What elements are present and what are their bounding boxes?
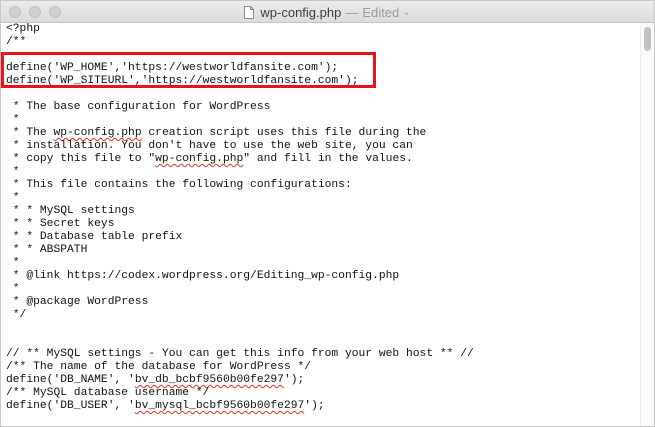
- text-editor-area[interactable]: <?php /** define('WP_HOME','https://west…: [1, 23, 640, 426]
- code-line-wp-siteurl[interactable]: define('WP_SITEURL','https://westworldfa…: [6, 75, 640, 88]
- code-line[interactable]: define('DB_USER', 'bv_mysql_bcbf9560b00f…: [6, 400, 640, 413]
- code-line[interactable]: define('DB_NAME', 'bv_db_bcbf9560b00fe29…: [6, 374, 640, 387]
- spellcheck-flagged-word[interactable]: bv_db_bcbf9560b00fe297: [135, 374, 284, 386]
- code-line[interactable]: // ** MySQL settings - You can get this …: [6, 348, 640, 361]
- spellcheck-flagged-word[interactable]: wp-config.php: [53, 127, 141, 139]
- code-line[interactable]: * installation. You don't have to use th…: [6, 140, 640, 153]
- chevron-down-icon[interactable]: ⌄: [402, 7, 410, 18]
- code-line[interactable]: [6, 322, 640, 335]
- vertical-scrollbar[interactable]: [640, 23, 654, 426]
- code-line[interactable]: *: [6, 257, 640, 270]
- code-line[interactable]: *: [6, 114, 640, 127]
- zoom-window-button[interactable]: [49, 6, 61, 18]
- code-line[interactable]: *: [6, 166, 640, 179]
- code-line-wp-home[interactable]: define('WP_HOME','https://westworldfansi…: [6, 62, 640, 75]
- document-icon: [244, 5, 255, 19]
- code-line[interactable]: *: [6, 283, 640, 296]
- code-line[interactable]: * * Secret keys: [6, 218, 640, 231]
- minimize-window-button[interactable]: [29, 6, 41, 18]
- close-window-button[interactable]: [9, 6, 21, 18]
- code-line[interactable]: * The wp-config.php creation script uses…: [6, 127, 640, 140]
- title-separator: —: [345, 4, 359, 20]
- code-line[interactable]: /** The name of the database for WordPre…: [6, 361, 640, 374]
- title-bar[interactable]: wp-config.php — Edited ⌄: [1, 1, 654, 23]
- editor-window: wp-config.php — Edited ⌄ <?php /** defin…: [0, 0, 655, 427]
- code-line[interactable]: <?php: [6, 23, 640, 36]
- code-line[interactable]: * This file contains the following confi…: [6, 179, 640, 192]
- code-line[interactable]: */: [6, 309, 640, 322]
- code-line[interactable]: [6, 88, 640, 101]
- code-line[interactable]: * The base configuration for WordPress: [6, 101, 640, 114]
- document-status: Edited: [362, 4, 400, 20]
- spellcheck-flagged-word[interactable]: bv_mysql_bcbf9560b00fe297: [135, 400, 304, 412]
- code-line[interactable]: [6, 49, 640, 62]
- code-line[interactable]: * copy this file to "wp-config.php" and …: [6, 153, 640, 166]
- code-line[interactable]: /**: [6, 36, 640, 49]
- code-line[interactable]: * @link https://codex.wordpress.org/Edit…: [6, 270, 640, 283]
- code-line[interactable]: * * Database table prefix: [6, 231, 640, 244]
- spellcheck-flagged-word[interactable]: wp-config.php: [155, 153, 243, 165]
- document-filename: wp-config.php: [260, 4, 342, 20]
- scrollbar-thumb[interactable]: [644, 27, 651, 51]
- code-line[interactable]: * * ABSPATH: [6, 244, 640, 257]
- code-line[interactable]: * * MySQL settings: [6, 205, 640, 218]
- code-line[interactable]: * @package WordPress: [6, 296, 640, 309]
- code-line[interactable]: *: [6, 192, 640, 205]
- code-line[interactable]: [6, 335, 640, 348]
- code-line[interactable]: /** MySQL database username */: [6, 387, 640, 400]
- window-title: wp-config.php — Edited ⌄: [1, 1, 654, 23]
